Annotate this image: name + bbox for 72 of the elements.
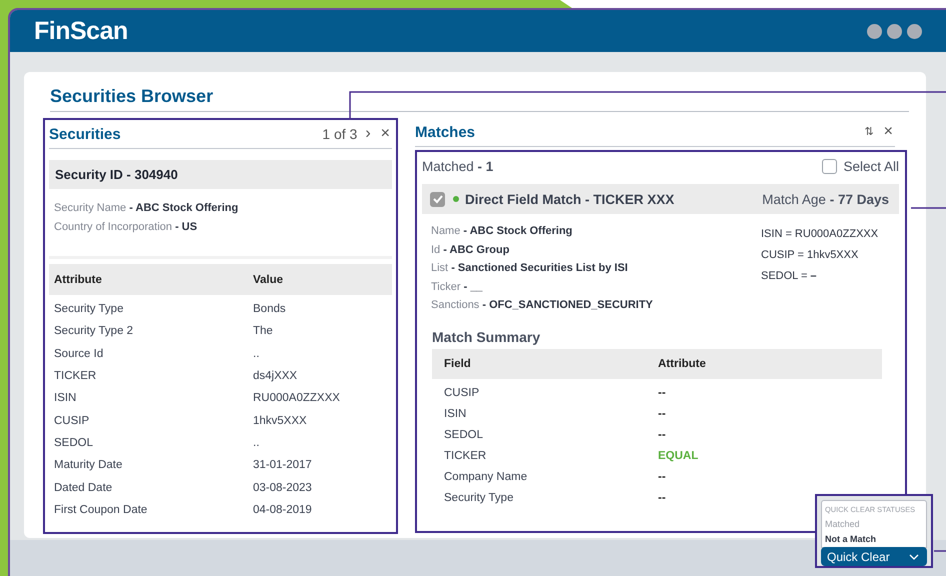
table-cell-text: 04-08-2019	[253, 504, 313, 516]
section-title: Match Summary	[432, 328, 542, 344]
quick-clear-button[interactable]: Quick Clear	[821, 547, 927, 566]
leader-line	[911, 207, 946, 209]
identifier-line: CUSIP = 1hkv5XXX	[761, 248, 860, 263]
next-button[interactable]: ›	[363, 126, 373, 142]
window-dot-icon[interactable]	[867, 24, 882, 38]
table-cell-text: --	[658, 492, 667, 504]
table-cell-text: Security Type	[444, 492, 514, 504]
table-cell-text: --	[658, 387, 667, 399]
column-header: Value	[253, 274, 284, 286]
table-cell-text: CUSIP	[444, 387, 480, 399]
caret-icon	[909, 554, 919, 560]
pager-text: 1 of 3	[322, 126, 358, 142]
status-dot-icon	[453, 196, 459, 202]
table-cell-text: 03-08-2023	[253, 482, 313, 494]
detail-line: Ticker - __	[431, 280, 484, 294]
identifier-line: SEDOL = –	[761, 269, 818, 284]
table-cell-text: Security Type 2	[54, 325, 134, 338]
leader-line	[934, 550, 946, 552]
table-cell-text: --	[658, 471, 667, 483]
table-cell-text: 31-01-2017	[253, 459, 313, 472]
detail-line: List - Sanctioned Securities List by ISI	[431, 261, 629, 276]
table-cell-text: SEDOL	[444, 429, 484, 441]
table-cell-text: ISIN	[444, 408, 468, 420]
table-cell-text: CUSIP	[54, 414, 90, 427]
table-cell-text: Security Type	[54, 303, 124, 316]
detail-line: Country of Incorporation - US	[54, 220, 198, 234]
table-cell-text: Maturity Date	[54, 459, 124, 472]
detail-line: Name - ABC Stock Offering	[431, 224, 574, 239]
column-header: Field	[444, 358, 472, 370]
table-cell-text: 1hkv5XXX	[253, 414, 308, 427]
detail-line: Security Name - ABC Stock Offering	[54, 201, 240, 216]
close-button[interactable]: ×	[378, 126, 392, 142]
table-cell-text: RU000A0ZZXXX	[253, 392, 341, 404]
detail-line: Sanctions - OFC_SANCTIONED_SECURITY	[431, 298, 653, 313]
page-title: Securities Browser	[50, 86, 909, 112]
security-id-header: Security ID - 304940	[49, 160, 392, 189]
identifier-line: ISIN = RU000A0ZZXXX	[761, 227, 880, 242]
table-cell-text: First Coupon Date	[54, 504, 148, 516]
column-header: Attribute	[54, 274, 103, 286]
close-button[interactable]: ×	[882, 124, 895, 140]
matched-count: Matched - 1	[422, 158, 494, 174]
panel-title: Securities	[49, 126, 121, 142]
panel-title: Matches	[415, 124, 476, 140]
match-age: Match Age - 77 Days	[762, 192, 889, 206]
logo: FinScan	[34, 16, 128, 46]
table-cell-text: ds4jXXX	[253, 370, 298, 382]
table-cell-text: Dated Date	[54, 482, 114, 494]
table-cell-text: TICKER	[444, 450, 488, 462]
table-cell-text: --	[658, 429, 667, 441]
select-all-checkbox[interactable]	[822, 158, 838, 174]
table-cell-text: ..	[253, 348, 260, 360]
table-cell-text: SEDOL	[54, 436, 94, 449]
column-header: Attribute	[658, 358, 707, 370]
table-cell-text: ISIN	[54, 392, 78, 404]
table-cell-text: Source Id	[54, 348, 104, 360]
table-cell-text: EQUAL	[658, 450, 700, 462]
table-cell-text: Bonds	[253, 303, 287, 316]
detail-line: Id - ABC Group	[431, 242, 510, 258]
match-checkbox[interactable]	[430, 192, 445, 206]
table-cell-text: --	[658, 408, 667, 420]
table-cell-text: Company Name	[444, 471, 528, 483]
sort-button[interactable]: ⇅	[862, 126, 876, 138]
checkbox-label: Select All	[843, 158, 899, 174]
table-cell-text: ..	[253, 436, 260, 449]
table-cell-text: TICKER	[54, 370, 98, 382]
window-dot-icon[interactable]	[907, 24, 922, 38]
match-title: Direct Field Match - TICKER XXX	[465, 192, 676, 206]
table-cell-text: The	[253, 325, 274, 338]
menu-item[interactable]: Not a Match	[825, 532, 923, 547]
window-dot-icon[interactable]	[887, 24, 902, 38]
